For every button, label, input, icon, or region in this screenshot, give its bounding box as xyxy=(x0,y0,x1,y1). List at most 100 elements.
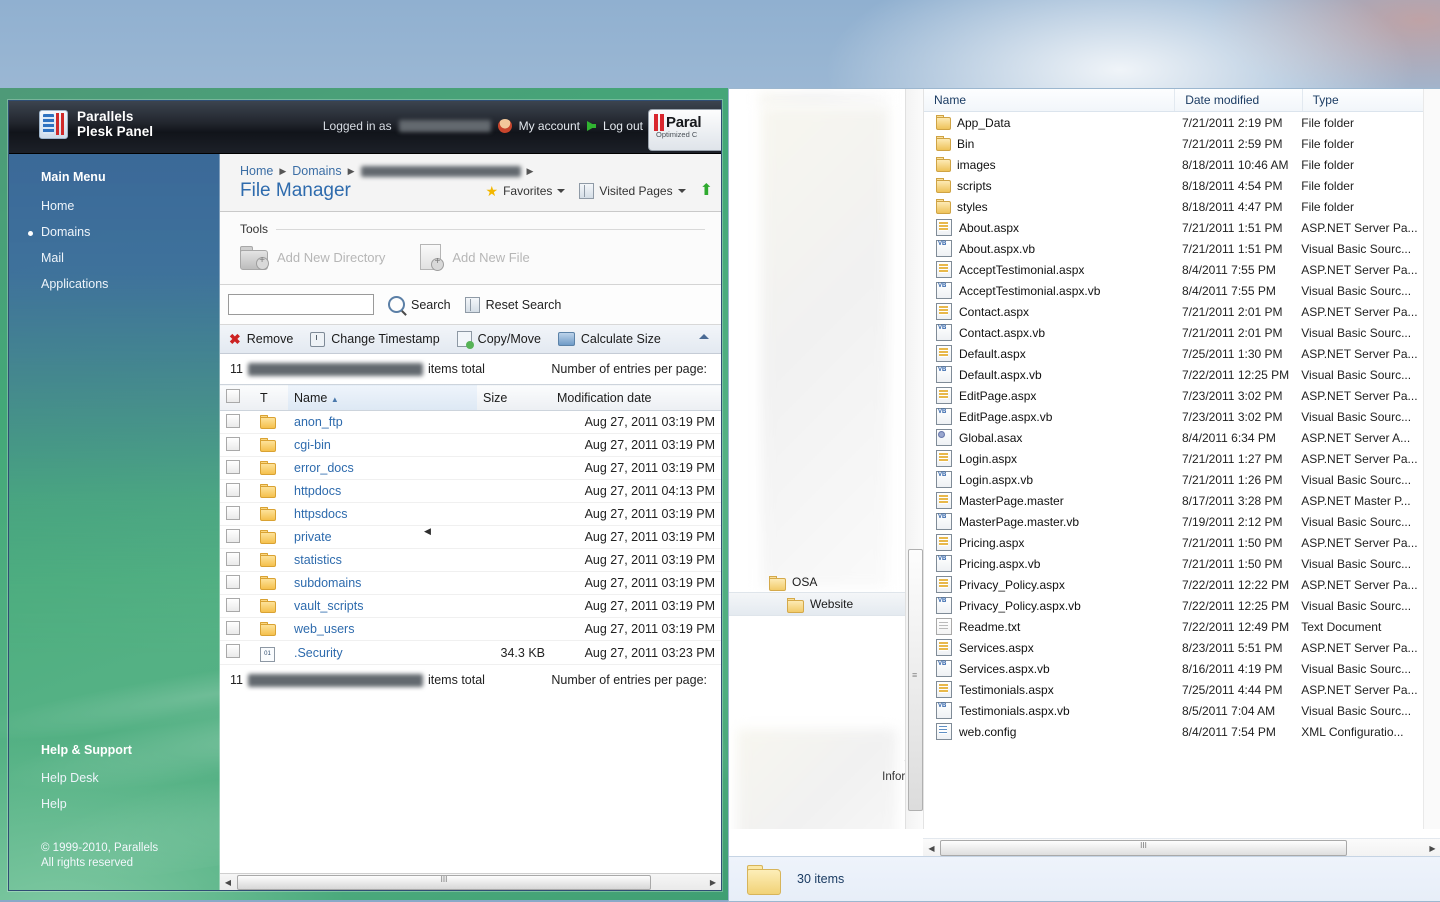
explorer-vertical-scrollbar[interactable] xyxy=(1423,89,1440,829)
explorer-row[interactable]: Global.asax 8/4/2011 6:34 PM ASP.NET Serve… xyxy=(924,427,1440,448)
explorer-row-name[interactable]: Login.aspx.vb xyxy=(924,471,1182,488)
explorer-row-name[interactable]: Default.aspx.vb xyxy=(924,366,1182,383)
my-account-link[interactable]: My account xyxy=(519,119,580,133)
explorer-row-name[interactable]: Testimonials.aspx.vb xyxy=(924,702,1182,719)
explorer-row[interactable]: Services.aspx.vb 8/16/2011 4:19 PM Visual … xyxy=(924,658,1440,679)
row-checkbox-cell[interactable] xyxy=(220,617,254,641)
plesk-scroll-thumb[interactable] xyxy=(237,875,651,890)
row-checkbox-cell[interactable] xyxy=(220,410,254,434)
panel-splitter-handle[interactable]: ◀ xyxy=(424,526,431,537)
file-link[interactable]: subdomains xyxy=(294,576,361,590)
search-button[interactable]: Search xyxy=(388,296,451,313)
explorer-row-name[interactable]: images xyxy=(924,157,1182,172)
explorer-row[interactable]: Pricing.aspx.vb 7/21/2011 1:50 PM Visual B… xyxy=(924,553,1440,574)
row-checkbox[interactable] xyxy=(226,597,240,612)
sidebar-item-help-desk[interactable]: Help Desk xyxy=(9,765,219,791)
scroll-up-icon[interactable]: ⬆ xyxy=(700,183,713,199)
explorer-row-name[interactable]: Bin xyxy=(924,136,1182,151)
row-name-cell[interactable]: .Security xyxy=(288,640,477,665)
add-new-directory-button[interactable]: Add New Directory xyxy=(240,245,385,270)
table-row[interactable]: statistics Aug 27, 2011 03:19 PM xyxy=(220,548,721,572)
explorer-row[interactable]: Login.aspx.vb 7/21/2011 1:26 PM Visual Bas… xyxy=(924,469,1440,490)
row-checkbox-cell[interactable] xyxy=(220,502,254,526)
table-row[interactable]: httpsdocs Aug 27, 2011 03:19 PM xyxy=(220,502,721,526)
explorer-row[interactable]: scripts 8/18/2011 4:54 PM File folder xyxy=(924,175,1440,196)
explorer-row[interactable]: MasterPage.master.vb 7/19/2011 2:12 PM Vis… xyxy=(924,511,1440,532)
row-name-cell[interactable]: anon_ftp xyxy=(288,410,477,434)
explorer-row-name[interactable]: App_Data xyxy=(924,115,1182,130)
tree-scroll-thumb[interactable] xyxy=(908,549,923,811)
explorer-row[interactable]: About.aspx 7/21/2011 1:51 PM ASP.NET Serve… xyxy=(924,217,1440,238)
explorer-row[interactable]: styles 8/18/2011 4:47 PM File folder xyxy=(924,196,1440,217)
explorer-row[interactable]: Testimonials.aspx 7/25/2011 4:44 PM ASP.NE… xyxy=(924,679,1440,700)
explorer-row[interactable]: Testimonials.aspx.vb 8/5/2011 7:04 AM Visu… xyxy=(924,700,1440,721)
row-checkbox[interactable] xyxy=(226,644,240,658)
row-name-cell[interactable]: web_users xyxy=(288,617,477,641)
explorer-row-name[interactable]: Services.aspx xyxy=(924,639,1182,656)
row-checkbox-cell[interactable] xyxy=(220,571,254,595)
explorer-row[interactable]: About.aspx.vb 7/21/2011 1:51 PM Visual Bas… xyxy=(924,238,1440,259)
row-checkbox-cell[interactable] xyxy=(220,640,254,665)
file-link[interactable]: private xyxy=(294,530,332,544)
sidebar-item-home[interactable]: Home xyxy=(9,193,219,219)
breadcrumb-domains[interactable]: Domains xyxy=(292,164,341,178)
file-link[interactable]: anon_ftp xyxy=(294,415,343,429)
explorer-row-name[interactable]: Pricing.aspx xyxy=(924,534,1182,551)
explorer-row[interactable]: App_Data 7/21/2011 2:19 PM File folder xyxy=(924,112,1440,133)
column-header-type[interactable]: Type xyxy=(1303,89,1440,111)
table-row[interactable]: 01 .Security 34.3 KB Aug 27, 2011 03:23 PM xyxy=(220,640,721,665)
table-row[interactable]: anon_ftp Aug 27, 2011 03:19 PM xyxy=(220,410,721,434)
explorer-row-name[interactable]: Contact.aspx.vb xyxy=(924,324,1182,341)
row-checkbox-cell[interactable] xyxy=(220,456,254,480)
visited-pages-menu[interactable]: Visited Pages xyxy=(579,183,686,199)
table-row[interactable]: vault_scripts Aug 27, 2011 03:19 PM xyxy=(220,594,721,618)
column-header-name[interactable]: Name xyxy=(924,89,1176,111)
explorer-row-name[interactable]: Privacy_Policy.aspx xyxy=(924,576,1182,593)
tree-item-website[interactable]: Website xyxy=(729,592,923,616)
parallels-brand-button[interactable]: Paral Optimized C xyxy=(648,109,721,151)
explorer-row[interactable]: MasterPage.master 8/17/2011 3:28 PM ASP.NE… xyxy=(924,490,1440,511)
size-column-header[interactable]: Size xyxy=(477,384,551,411)
explorer-row-name[interactable]: EditPage.aspx xyxy=(924,387,1182,404)
row-checkbox-cell[interactable] xyxy=(220,548,254,572)
explorer-row-name[interactable]: Services.aspx.vb xyxy=(924,660,1182,677)
explorer-row-name[interactable]: styles xyxy=(924,199,1182,214)
explorer-row[interactable]: Default.aspx.vb 7/22/2011 12:25 PM Visual … xyxy=(924,364,1440,385)
explorer-row-name[interactable]: scripts xyxy=(924,178,1182,193)
table-row[interactable]: web_users Aug 27, 2011 03:19 PM xyxy=(220,617,721,641)
scroll-right-arrow-icon[interactable]: ▶ xyxy=(1424,844,1440,853)
explorer-row[interactable]: Readme.txt 7/22/2011 12:49 PM Text Documen… xyxy=(924,616,1440,637)
scroll-right-arrow-icon[interactable]: ▶ xyxy=(705,878,721,887)
explorer-row-name[interactable]: web.config xyxy=(924,723,1182,740)
table-row[interactable]: error_docs Aug 27, 2011 03:19 PM xyxy=(220,456,721,480)
row-checkbox[interactable] xyxy=(226,505,240,520)
row-name-cell[interactable]: httpdocs xyxy=(288,479,477,503)
file-link[interactable]: web_users xyxy=(294,622,354,636)
row-name-cell[interactable]: httpsdocs xyxy=(288,502,477,526)
sidebar-item-domains[interactable]: Domains xyxy=(9,219,219,245)
row-checkbox[interactable] xyxy=(226,620,240,635)
file-link[interactable]: error_docs xyxy=(294,461,354,475)
table-row[interactable]: subdomains Aug 27, 2011 03:19 PM xyxy=(220,571,721,595)
search-input[interactable] xyxy=(228,294,374,315)
scroll-left-arrow-icon[interactable]: ◀ xyxy=(220,878,236,887)
row-checkbox[interactable] xyxy=(226,551,240,566)
remove-button[interactable]: ✖ Remove xyxy=(229,332,293,347)
explorer-row-name[interactable]: Privacy_Policy.aspx.vb xyxy=(924,597,1182,614)
row-checkbox[interactable] xyxy=(226,574,240,589)
explorer-horizontal-scrollbar[interactable]: ◀ ▶ xyxy=(923,838,1440,857)
table-row[interactable]: private Aug 27, 2011 03:19 PM xyxy=(220,525,721,549)
favorites-menu[interactable]: ★ Favorites xyxy=(486,184,566,198)
explorer-row[interactable]: Contact.aspx 7/21/2011 2:01 PM ASP.NET Ser… xyxy=(924,301,1440,322)
chevron-up-icon[interactable] xyxy=(699,334,709,339)
tree-item-osa[interactable]: OSA xyxy=(729,571,923,593)
sidebar-item-help[interactable]: Help xyxy=(9,791,219,817)
explorer-row[interactable]: Privacy_Policy.aspx 7/22/2011 12:22 PM ASP… xyxy=(924,574,1440,595)
explorer-row-name[interactable]: Testimonials.aspx xyxy=(924,681,1182,698)
file-link[interactable]: statistics xyxy=(294,553,342,567)
explorer-row[interactable]: EditPage.aspx.vb 7/23/2011 3:02 PM Visual … xyxy=(924,406,1440,427)
row-name-cell[interactable]: cgi-bin xyxy=(288,433,477,457)
plesk-horizontal-scrollbar[interactable]: ◀ ▶ xyxy=(220,873,721,890)
row-checkbox-cell[interactable] xyxy=(220,433,254,457)
explorer-row[interactable]: Login.aspx 7/21/2011 1:27 PM ASP.NET Serve… xyxy=(924,448,1440,469)
